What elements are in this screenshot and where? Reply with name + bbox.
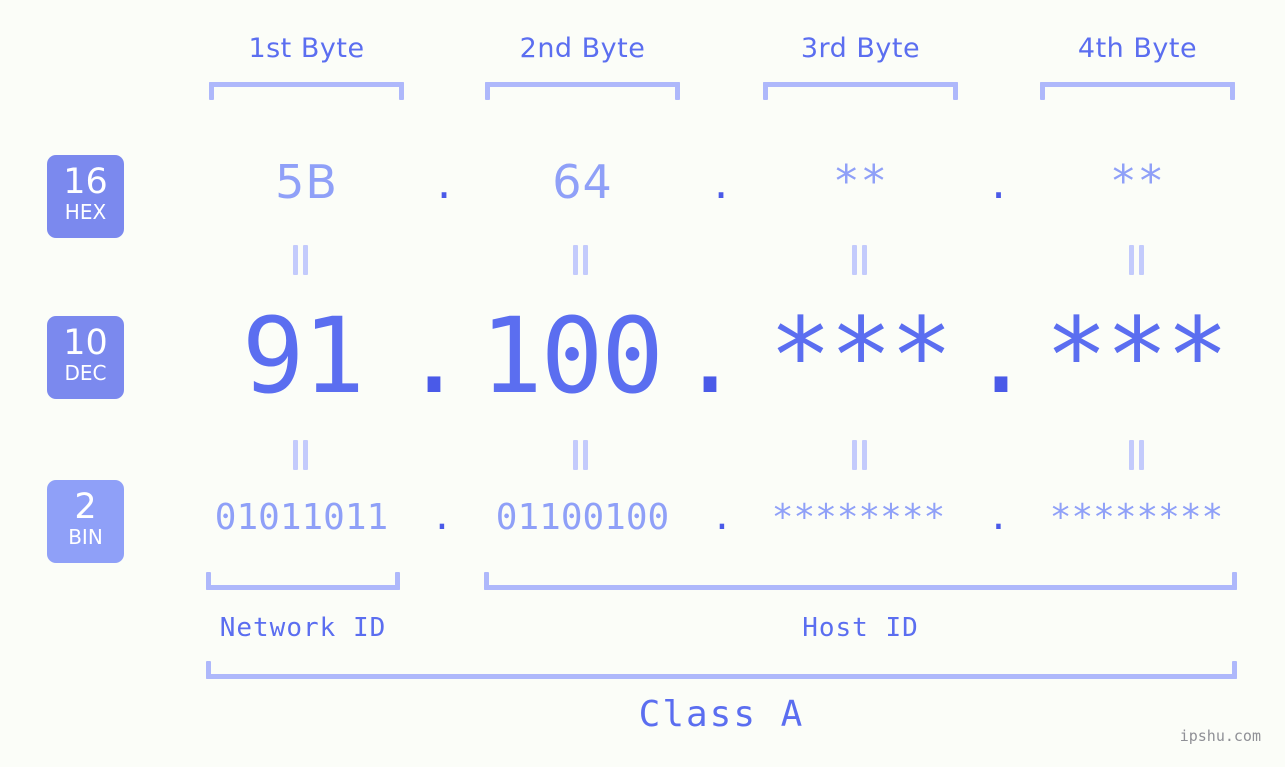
radix-badge-hex-number: 16 (63, 162, 108, 202)
bracket-tick-right (953, 82, 958, 100)
byte-bracket-2 (485, 82, 680, 100)
dec-byte-2: 100 (480, 295, 664, 417)
byte-bracket-1 (209, 82, 404, 100)
radix-badge-hex-label: HEX (64, 200, 107, 224)
bracket-tick-right (399, 82, 404, 100)
hex-byte-3: ** (833, 156, 888, 207)
bin-separator-1: . (431, 497, 453, 538)
equality-mark-dec-bin-4 (1126, 440, 1148, 470)
byte-header-2: 2nd Byte (519, 33, 646, 64)
radix-badge-hex: 16 HEX (47, 155, 124, 238)
bracket-tick-right (1230, 82, 1235, 100)
bin-byte-3: ******** (771, 497, 946, 538)
equality-mark-hex-dec-1 (290, 245, 312, 275)
dec-byte-3: *** (769, 295, 953, 417)
bracket-tick-right (1232, 572, 1237, 590)
equality-mark-dec-bin-2 (570, 440, 592, 470)
bracket-bar (1040, 82, 1235, 87)
byte-bracket-4 (1040, 82, 1235, 100)
hex-byte-4: ** (1110, 156, 1165, 207)
dec-byte-4: *** (1045, 295, 1229, 417)
hex-byte-1: 5B (275, 155, 338, 209)
equality-mark-hex-dec-2 (570, 245, 592, 275)
bracket-tick-left (209, 82, 214, 100)
equality-mark-hex-dec-3 (849, 245, 871, 275)
dec-separator-1: . (402, 295, 466, 417)
bracket-bar (485, 82, 680, 87)
hex-separator-2: . (713, 155, 730, 209)
radix-badge-dec: 10 DEC (47, 316, 124, 399)
bracket-tick-left (1040, 82, 1045, 100)
class-label: Class A (638, 694, 805, 735)
equality-mark-dec-bin-1 (290, 440, 312, 470)
hex-separator-3: . (991, 155, 1007, 209)
network-id-bracket (206, 572, 400, 590)
bracket-tick-left (485, 82, 490, 100)
bin-separator-3: . (987, 497, 1010, 538)
bracket-bar (209, 82, 404, 87)
bin-separator-2: . (711, 497, 733, 538)
bin-byte-4: ******** (1049, 497, 1224, 538)
radix-badge-bin: 2 BIN (47, 480, 124, 563)
bracket-tick-right (395, 572, 400, 590)
dec-byte-1: 91 (241, 295, 365, 417)
site-watermark: ipshu.com (1179, 727, 1261, 745)
radix-badge-bin-label: BIN (68, 525, 103, 549)
dec-separator-2: . (678, 295, 742, 417)
bracket-tick-left (763, 82, 768, 100)
bin-byte-2: 01100100 (495, 497, 670, 538)
bracket-bar (763, 82, 958, 87)
hex-separator-1: . (436, 155, 453, 209)
radix-badge-dec-label: DEC (64, 361, 107, 385)
radix-badge-bin-number: 2 (74, 487, 97, 527)
byte-header-3: 3rd Byte (800, 33, 921, 64)
bracket-tick-left (206, 572, 211, 590)
bracket-bar (206, 674, 1237, 679)
bracket-bar (484, 585, 1237, 590)
hex-byte-2: 64 (552, 155, 613, 209)
equality-mark-dec-bin-3 (849, 440, 871, 470)
bracket-tick-right (675, 82, 680, 100)
byte-bracket-3 (763, 82, 958, 100)
class-bracket (206, 661, 1237, 679)
radix-badge-dec-number: 10 (63, 323, 108, 363)
ip-address-diagram: 1st Byte 2nd Byte 3rd Byte 4th Byte 16 H… (0, 0, 1285, 767)
network-id-label: Network ID (219, 613, 387, 643)
bracket-tick-left (484, 572, 489, 590)
bracket-tick-left (206, 661, 211, 679)
host-id-bracket (484, 572, 1237, 590)
bracket-bar (206, 585, 400, 590)
byte-header-4: 4th Byte (1077, 33, 1198, 64)
bracket-tick-right (1232, 661, 1237, 679)
host-id-label: Host ID (802, 613, 919, 643)
equality-mark-hex-dec-4 (1126, 245, 1148, 275)
byte-header-1: 1st Byte (248, 33, 365, 64)
bin-byte-1: 01011011 (214, 497, 389, 538)
